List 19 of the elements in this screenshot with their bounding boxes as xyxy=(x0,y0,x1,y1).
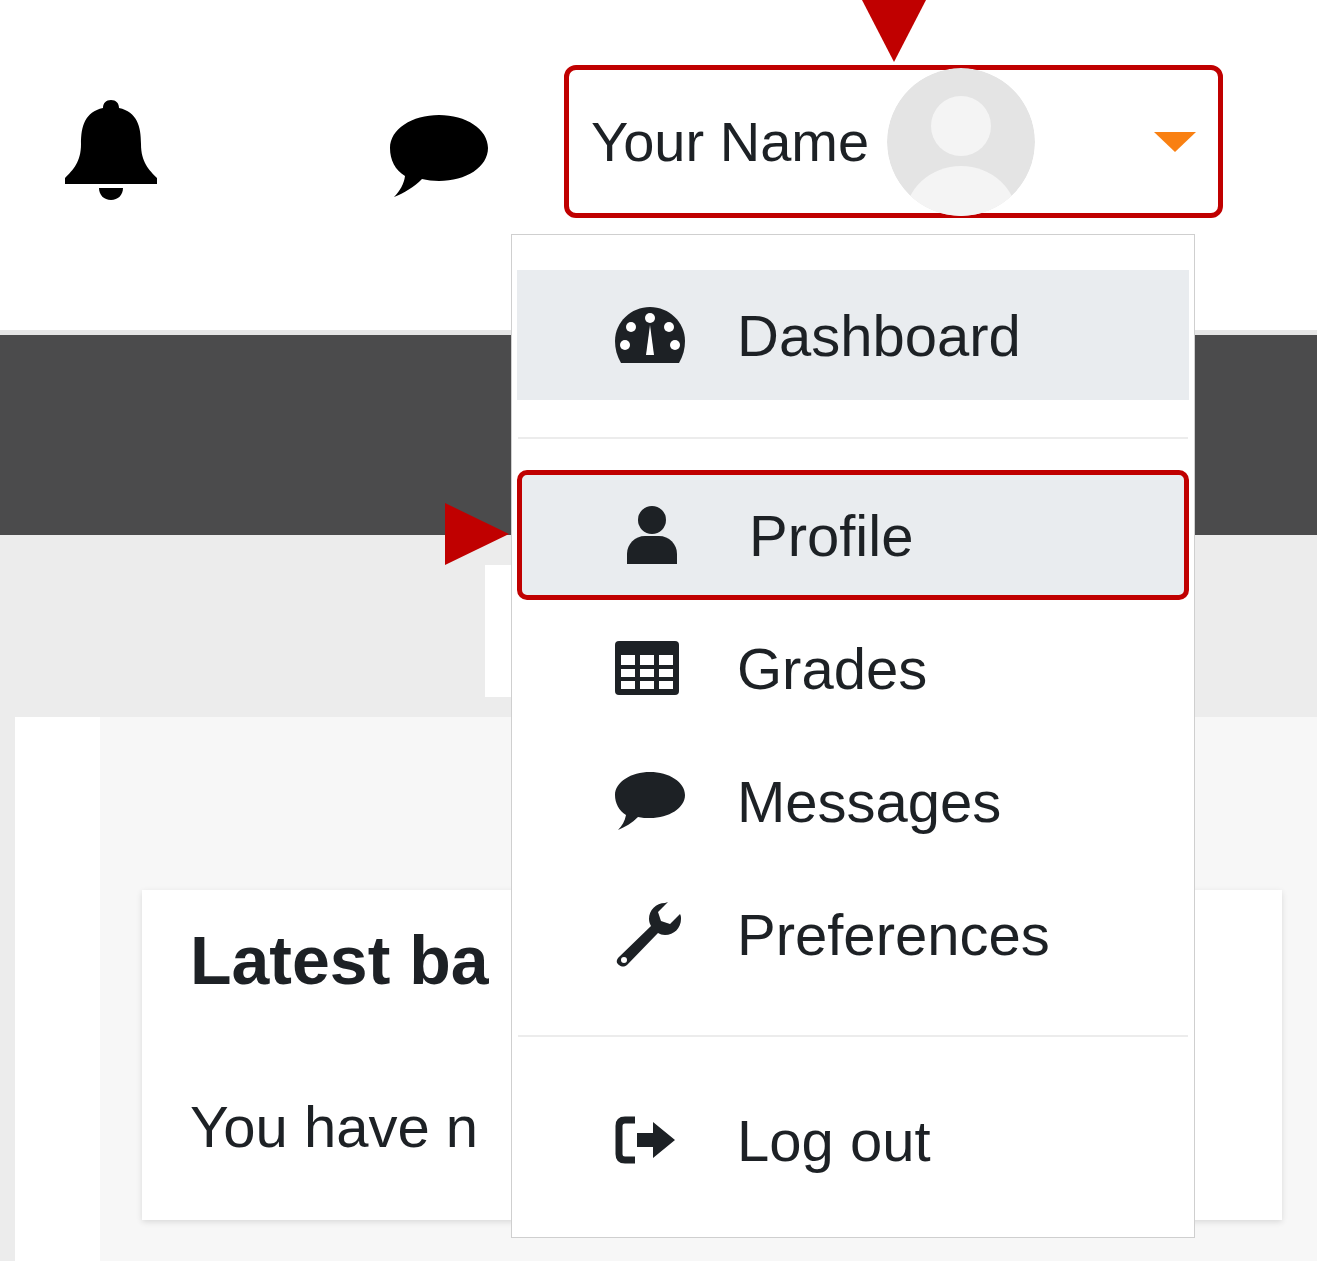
card-text: You have n xyxy=(190,1093,479,1161)
wrench-icon xyxy=(615,901,681,967)
menu-item[interactable]: Messages xyxy=(517,736,1189,866)
gauge-icon xyxy=(615,307,685,363)
caret-icon xyxy=(1154,131,1196,152)
chat-bubble-icon[interactable] xyxy=(390,115,488,199)
menu-item[interactable]: Preferences xyxy=(517,869,1189,999)
notification-bell-icon[interactable] xyxy=(65,100,157,200)
menu-item[interactable]: Profile xyxy=(517,470,1189,600)
logout-icon xyxy=(615,1116,675,1164)
user-icon xyxy=(627,506,677,564)
menu-item[interactable]: Dashboard xyxy=(517,270,1189,400)
card-heading: Latest ba xyxy=(190,921,489,1000)
pointer-arrow xyxy=(445,503,509,565)
table-icon xyxy=(615,641,679,695)
chat-bubble-icon xyxy=(615,772,685,830)
pointer-arrow xyxy=(862,0,926,62)
menu-item[interactable]: Log out xyxy=(517,1075,1189,1205)
menu-item[interactable]: Grades xyxy=(517,603,1189,733)
